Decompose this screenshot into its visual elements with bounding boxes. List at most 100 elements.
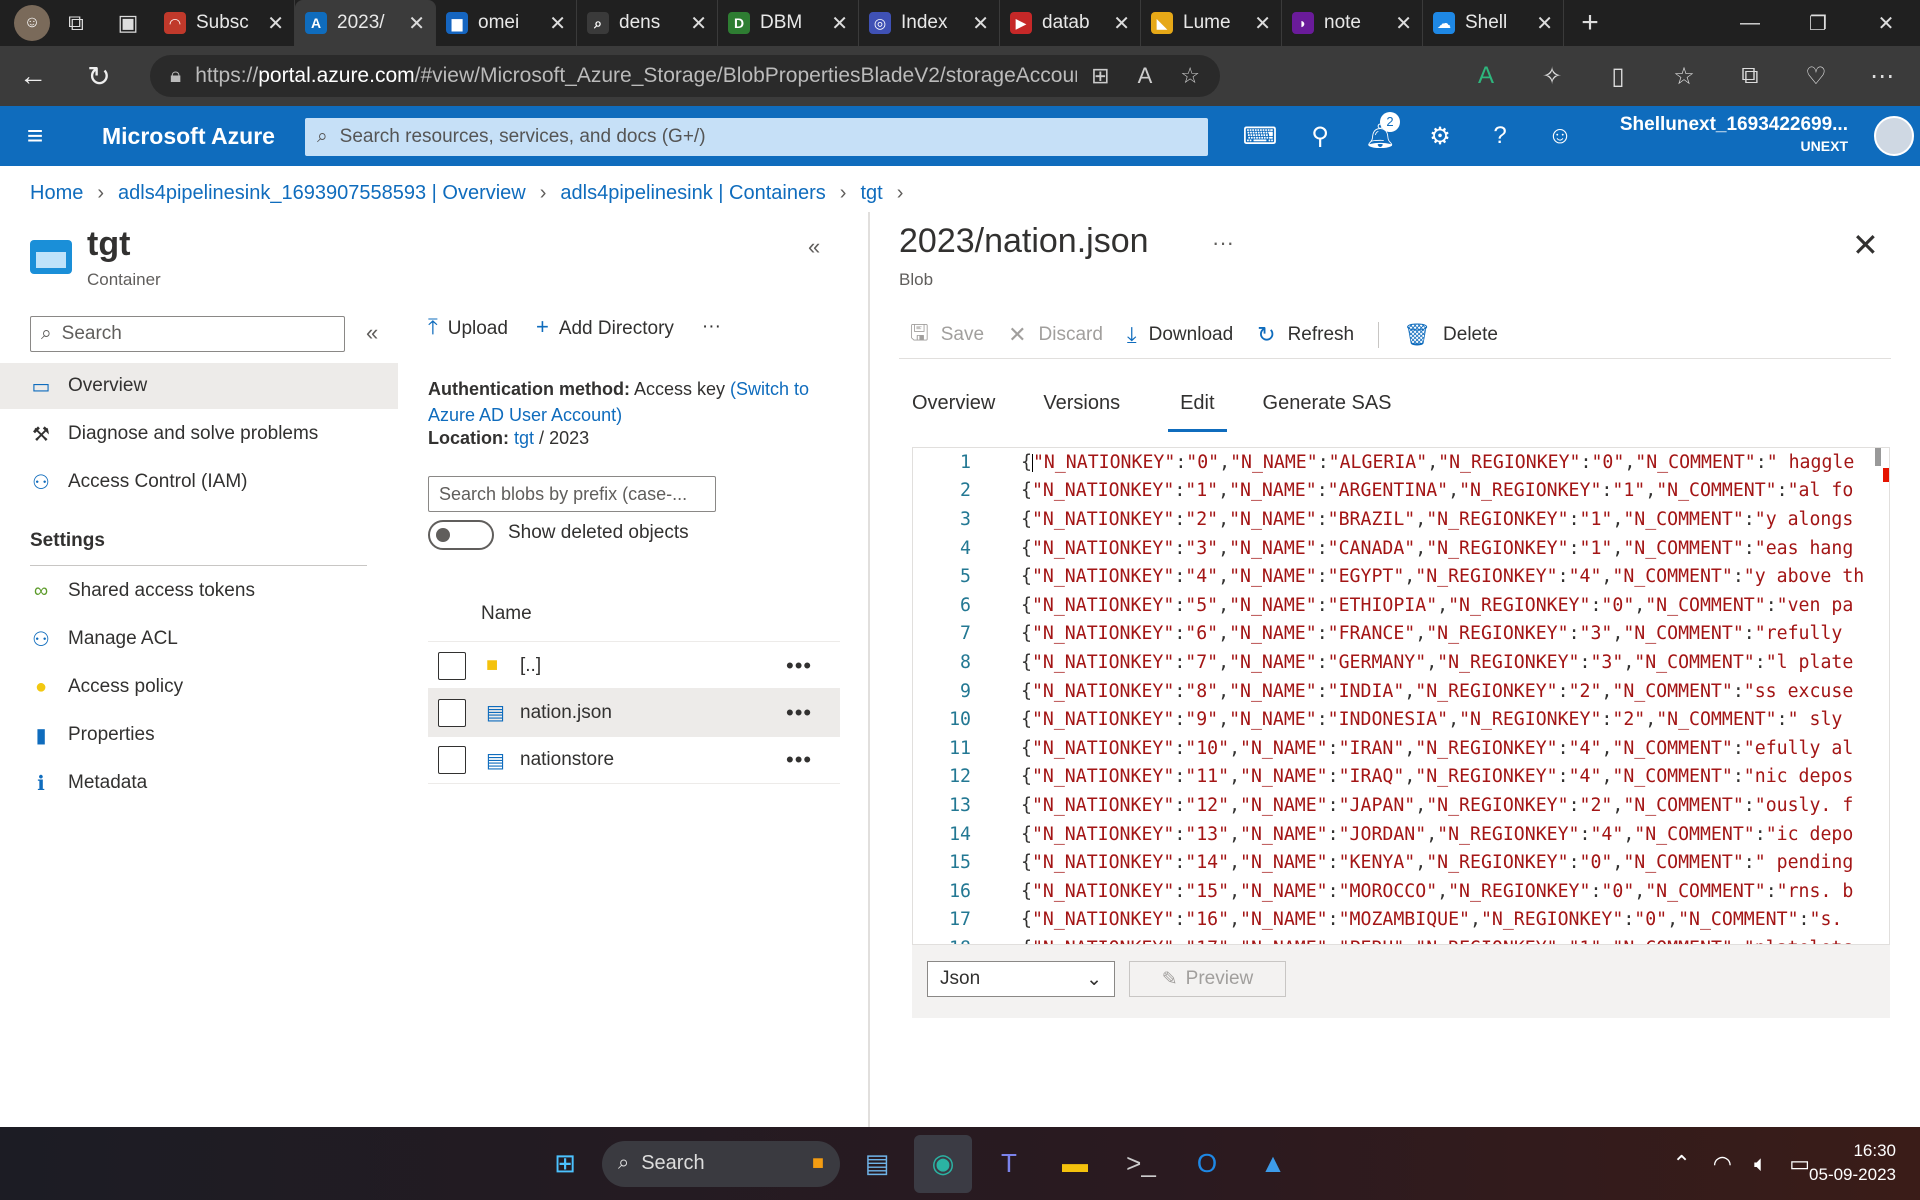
chevron-up-icon[interactable]: ⌃ [1672, 1151, 1690, 1177]
nav-item-properties[interactable]: ▮ Properties [0, 712, 398, 758]
browser-tab[interactable]: ▆ omei ✕ [436, 0, 577, 46]
close-tab-icon[interactable]: ✕ [690, 11, 707, 36]
breadcrumb-containers[interactable]: adls4pipelinesink | Containers [560, 182, 825, 205]
preview-button[interactable]: ✎ Preview [1129, 961, 1286, 997]
close-blade-icon[interactable]: ✕ [1852, 226, 1879, 264]
row-checkbox[interactable] [438, 698, 466, 727]
browser-tab[interactable]: ▶ datab ✕ [1000, 0, 1141, 46]
tab-generate-sas[interactable]: Generate SAS [1263, 388, 1404, 432]
code-editor[interactable]: 1 {"N_NATIONKEY":"0","N_NAME":"ALGERIA","… [912, 447, 1890, 945]
collapse-blade-icon[interactable]: « [808, 234, 820, 260]
row-checkbox[interactable] [438, 651, 466, 680]
delete-button[interactable]: 🗑︎ Delete [1403, 322, 1498, 348]
account-info[interactable]: Shellunext_1693422699... UNEXT [1620, 114, 1848, 154]
settings-more-icon[interactable]: ⋯ [1854, 62, 1910, 91]
favorite-star-icon[interactable]: ☆ [1180, 63, 1200, 89]
favorites-icon[interactable]: ☆ [1656, 62, 1712, 91]
browser-tab[interactable]: ◠ Subsc ✕ [154, 0, 295, 46]
browser-tab[interactable]: ◣ Lume ✕ [1141, 0, 1282, 46]
terminal-icon[interactable]: >_ [1112, 1135, 1170, 1193]
battery-icon[interactable]: ▭ [1789, 1151, 1810, 1177]
nav-item-manage-acl[interactable]: ⚇ Manage ACL [0, 616, 398, 662]
photos-icon[interactable]: ▲ [1244, 1135, 1302, 1193]
file-row-nationstore[interactable]: ▤ nationstore ••• [428, 736, 840, 784]
editor-scrollbar[interactable] [1875, 448, 1881, 466]
name-column-header[interactable]: Name [481, 603, 532, 625]
save-button[interactable]: 🖫︎ Save [910, 316, 984, 354]
nav-item-metadata[interactable]: ℹ Metadata [0, 760, 398, 806]
nav-item-diagnose[interactable]: ⚒ Diagnose and solve problems [0, 411, 398, 457]
collections-icon[interactable]: ⧉ [1722, 62, 1778, 90]
azure-brand[interactable]: Microsoft Azure [102, 123, 275, 150]
wifi-icon[interactable]: ◠ [1713, 1151, 1732, 1177]
close-tab-icon[interactable]: ✕ [1254, 11, 1271, 36]
tab-edit[interactable]: Edit [1168, 388, 1227, 432]
browser-tab[interactable]: A 2023/ ✕ [295, 0, 436, 46]
upload-button[interactable]: ⤒ Upload [428, 314, 508, 340]
close-window-button[interactable]: ✕ [1852, 0, 1920, 46]
edge-icon[interactable]: ◉ [914, 1134, 972, 1193]
blob-prefix-search-input[interactable]: Search blobs by prefix (case-... [428, 476, 716, 512]
refresh-button[interactable]: ↻ Refresh [1257, 322, 1354, 348]
teams-icon[interactable]: T [980, 1135, 1038, 1193]
read-aloud-icon[interactable]: A [1138, 63, 1153, 89]
performance-icon[interactable]: ♡ [1788, 62, 1844, 91]
breadcrumb-tgt[interactable]: tgt [860, 182, 882, 205]
windows-start-icon[interactable]: ⊞ [536, 1135, 594, 1193]
file-explorer-icon[interactable]: ▬ [1046, 1135, 1104, 1193]
extensions-puzzle-icon[interactable]: ✧ [1524, 62, 1580, 91]
notifications-icon[interactable]: 🔔︎ 2 [1350, 111, 1410, 151]
row-checkbox[interactable] [438, 746, 466, 774]
outlook-icon[interactable]: O [1178, 1135, 1236, 1193]
location-tgt-link[interactable]: tgt [514, 428, 534, 448]
row-more-button[interactable]: ••• [786, 653, 840, 679]
vertical-tabs-icon[interactable]: ▣ [102, 0, 154, 46]
new-tab-button[interactable]: + [1564, 0, 1616, 46]
browser-tab[interactable]: ⌕ dens ✕ [577, 0, 718, 46]
row-more-button[interactable]: ••• [786, 747, 840, 773]
cloud-shell-icon[interactable]: ⌨ [1230, 122, 1290, 151]
notepad-icon[interactable]: ▤ [848, 1135, 906, 1193]
download-button[interactable]: ⤓ Download [1127, 322, 1233, 348]
refresh-page-button[interactable]: ↻ [66, 46, 132, 106]
blade-more-icon[interactable]: ··· [1212, 230, 1234, 256]
more-actions-button[interactable]: ··· [702, 316, 721, 338]
clock[interactable]: 16:30 05-09-2023 [1809, 1139, 1896, 1187]
close-tab-icon[interactable]: ✕ [972, 11, 989, 36]
settings-gear-icon[interactable]: ⚙ [1410, 122, 1470, 151]
help-icon[interactable]: ? [1470, 122, 1530, 150]
apps-icon[interactable]: ⊞ [1091, 63, 1109, 89]
close-tab-icon[interactable]: ✕ [408, 11, 425, 36]
close-tab-icon[interactable]: ✕ [1113, 11, 1130, 36]
file-row-nation-json[interactable]: ▤ nation.json ••• [428, 688, 840, 736]
close-tab-icon[interactable]: ✕ [831, 11, 848, 36]
portal-menu-icon[interactable]: ≡ [0, 120, 70, 152]
close-tab-icon[interactable]: ✕ [1395, 11, 1412, 36]
language-select[interactable]: Json ⌄ [927, 961, 1115, 997]
restore-button[interactable]: ❐ [1784, 0, 1852, 46]
discard-button[interactable]: ✕ Discard [1008, 322, 1103, 348]
browser-tab[interactable]: ◗ note ✕ [1282, 0, 1423, 46]
volume-icon[interactable]: 🔈︎ [1754, 1151, 1767, 1177]
tab-versions[interactable]: Versions [1043, 388, 1132, 432]
show-deleted-toggle[interactable] [428, 520, 494, 550]
workspaces-icon[interactable]: ⧉ [50, 0, 102, 46]
directory-filter-icon[interactable]: ⚲ [1290, 122, 1350, 151]
nav-item-iam[interactable]: ⚇ Access Control (IAM) [0, 459, 398, 505]
minimize-button[interactable]: — [1716, 0, 1784, 46]
user-avatar[interactable] [1874, 116, 1914, 156]
close-tab-icon[interactable]: ✕ [1536, 11, 1553, 36]
tab-overview[interactable]: Overview [912, 388, 1007, 432]
row-more-button[interactable]: ••• [786, 700, 840, 726]
profile-avatar[interactable]: ☺ [14, 5, 50, 41]
close-tab-icon[interactable]: ✕ [549, 11, 566, 36]
nav-item-overview[interactable]: ▭ Overview [0, 363, 398, 409]
breadcrumb-home[interactable]: Home [30, 182, 83, 205]
back-button[interactable]: ← [0, 46, 66, 106]
url-field[interactable]: 🔒︎ https://portal.azure.com/#view/Micros… [150, 55, 1220, 97]
menu-search-input[interactable]: ⌕ Search [30, 316, 345, 352]
browser-tab[interactable]: D DBM ✕ [718, 0, 859, 46]
feedback-icon[interactable]: ☺ [1530, 122, 1590, 150]
nav-item-shared-access-tokens[interactable]: ∞ Shared access tokens [0, 568, 398, 614]
close-tab-icon[interactable]: ✕ [267, 11, 284, 36]
